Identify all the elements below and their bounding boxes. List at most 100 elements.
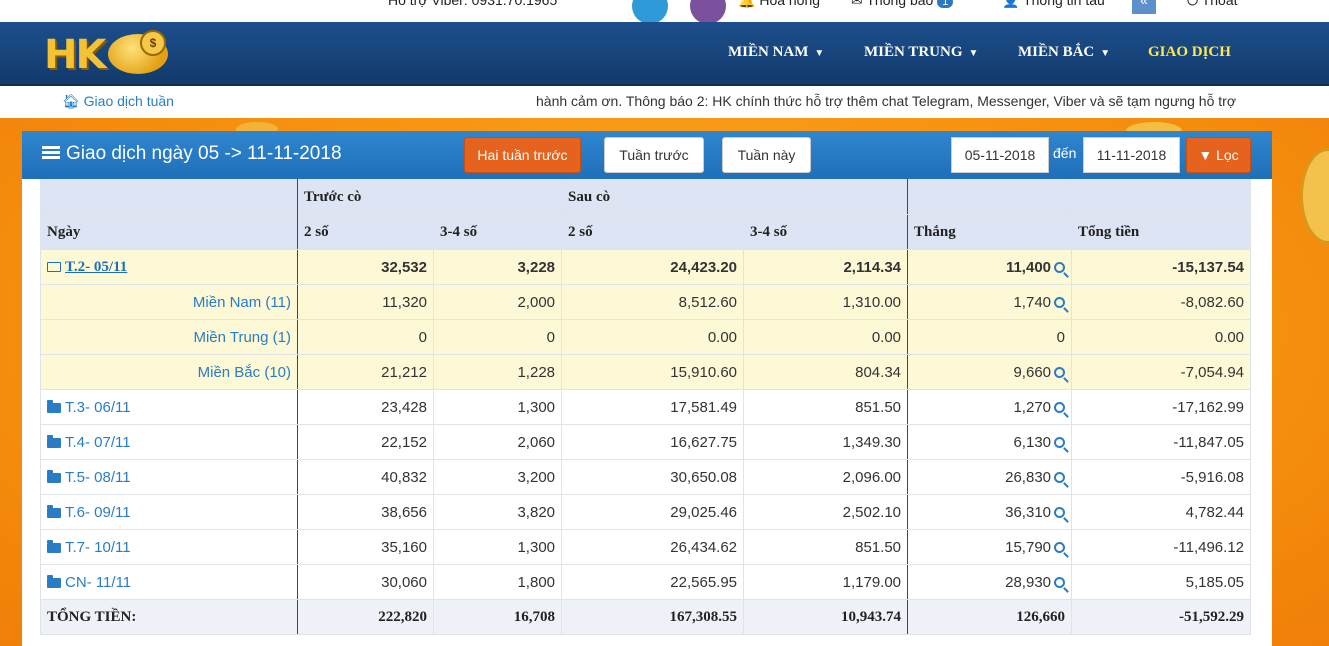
value-cell: 1,310.00 (743, 284, 909, 320)
to-label: đến (1053, 145, 1077, 161)
search-icon[interactable] (1054, 366, 1066, 378)
thang-cell: 28,930 (907, 564, 1073, 600)
viber-icon[interactable] (690, 0, 726, 22)
folder-icon (47, 434, 61, 448)
day-link[interactable]: T.6- 09/11 (65, 504, 131, 521)
region-link[interactable]: Miền Trung (1) (193, 329, 291, 346)
day-cell[interactable]: T.2- 05/11 (40, 249, 298, 285)
region-link[interactable]: Miền Nam (11) (193, 294, 291, 311)
two-weeks-ago-button[interactable]: Hai tuần trước (464, 137, 581, 173)
day-link[interactable]: T.2- 05/11 (65, 259, 127, 275)
search-icon[interactable] (1054, 296, 1066, 308)
nav-mien-trung[interactable]: MIỀN TRUNG ▼ (864, 44, 978, 61)
caret-down-icon: ▼ (968, 48, 979, 59)
day-link[interactable]: T.3- 06/11 (65, 399, 131, 416)
day-link[interactable]: T.7- 10/11 (65, 539, 131, 556)
announcement-marquee: hành cảm ơn. Thông báo 2: HK chính thức … (536, 93, 1236, 109)
day-cell[interactable]: CN- 11/11 (40, 564, 298, 600)
logout-link[interactable]: ⏻ Thoát (1187, 0, 1238, 9)
to-date-input[interactable]: 11-11-2018 (1083, 137, 1180, 173)
value-cell: 3,228 (432, 249, 563, 285)
day-cell[interactable]: T.5- 08/11 (40, 459, 298, 495)
filter-icon: ▼ (1198, 147, 1213, 163)
commission-label: Hoa hồng (759, 0, 821, 8)
search-icon[interactable] (1054, 506, 1066, 518)
value-cell: 23,428 (297, 389, 434, 425)
total-cell: -7,054.94 (1071, 354, 1252, 390)
day-link[interactable]: T.4- 07/11 (65, 434, 131, 451)
value-cell: 16,627.75 (561, 424, 745, 460)
total-value: 167,308.55 (561, 599, 745, 635)
sau-co-header: Sau cò (561, 179, 909, 215)
tong-tien-header: Tổng tiền (1071, 214, 1252, 250)
day-header-top (40, 179, 298, 215)
nav-giao-dich[interactable]: GIAO DỊCH (1148, 44, 1231, 61)
total-cell: -8,082.60 (1071, 284, 1252, 320)
value-cell: 11,320 (297, 284, 434, 320)
total-cell: 4,782.44 (1071, 494, 1252, 530)
filter-label: Lọc (1216, 147, 1239, 163)
account-info-link[interactable]: 👤 Thông tin tàu (1002, 0, 1105, 9)
top-info-bar: Hỗ trợ Viber: 0931.70.1965 🔔 Hoa hồng ✉ … (0, 0, 1329, 22)
folder-icon (47, 504, 61, 518)
region-cell: Miền Nam (11) (40, 284, 298, 320)
home-icon: 🏠︎ (62, 93, 80, 109)
truoc-co-header: Trước cò (296, 179, 563, 215)
search-icon[interactable] (1054, 541, 1066, 553)
value-cell: 32,532 (297, 249, 434, 285)
thang-value: 15,790 (1005, 538, 1052, 556)
search-icon[interactable] (1054, 261, 1066, 273)
day-cell[interactable]: T.7- 10/11 (40, 529, 298, 565)
value-cell: 8,512.60 (561, 284, 745, 320)
value-cell: 3,200 (432, 459, 563, 495)
commission-link[interactable]: 🔔 Hoa hồng (738, 0, 820, 9)
total-cell: 5,185.05 (1071, 564, 1252, 600)
search-icon[interactable] (1054, 436, 1066, 448)
search-icon[interactable] (1054, 401, 1066, 413)
grand-total-value: -51,592.29 (1071, 599, 1252, 635)
thang-cell: 11,400 (907, 249, 1073, 285)
hk-logo[interactable]: $ HK (44, 30, 174, 80)
value-cell: 1,300 (432, 529, 563, 565)
value-cell: 851.50 (743, 529, 909, 565)
day-link[interactable]: CN- 11/11 (65, 574, 131, 591)
breadcrumb[interactable]: 🏠︎ Giao dịch tuần (62, 93, 174, 110)
last-week-button[interactable]: Tuần trước (604, 137, 704, 173)
panel-title-text: Giao dịch ngày 05 -> 11-11-2018 (66, 143, 342, 164)
total-row: TỔNG TIỀN: 222,820 16,708 167,308.55 10,… (40, 599, 1252, 635)
transactions-table: Trước cò Sau cò Ngày 2 số 3-4 số 2 số 3-… (40, 179, 1252, 635)
caret-down-icon: ▼ (814, 48, 825, 59)
region-link[interactable]: Miền Bắc (10) (198, 364, 291, 381)
day-link[interactable]: T.5- 08/11 (65, 469, 131, 486)
thang-header: Thắng (907, 214, 1073, 250)
filter-button[interactable]: ▼ Lọc (1186, 137, 1251, 173)
day-column-header: Ngày (40, 214, 298, 250)
thang-cell: 36,310 (907, 494, 1073, 530)
nav-mien-nam[interactable]: MIỀN NAM ▼ (728, 44, 824, 61)
table-row: T.3- 06/11 23,428 1,300 17,581.49 851.50… (40, 389, 1252, 425)
value-cell: 2,502.10 (743, 494, 909, 530)
folder-icon (47, 399, 61, 413)
thang-value: 6,130 (1013, 433, 1052, 451)
total-cell: -11,847.05 (1071, 424, 1252, 460)
breadcrumb-label: Giao dịch tuần (83, 93, 174, 109)
nav-mien-bac[interactable]: MIỀN BẮC ▼ (1018, 44, 1110, 61)
this-week-button[interactable]: Tuần này (722, 137, 811, 173)
notifications-label: Thông báo (866, 0, 934, 8)
from-date-input[interactable]: 05-11-2018 (951, 137, 1049, 173)
day-cell[interactable]: T.4- 07/11 (40, 424, 298, 460)
nav-mien-nam-label: MIỀN NAM (728, 44, 809, 60)
notifications-link[interactable]: ✉ Thông báo 1 (851, 0, 954, 9)
day-cell[interactable]: T.3- 06/11 (40, 389, 298, 425)
collapse-icon[interactable]: « (1132, 0, 1156, 14)
value-cell: 22,152 (297, 424, 434, 460)
day-cell[interactable]: T.6- 09/11 (40, 494, 298, 530)
value-cell: 2,060 (432, 424, 563, 460)
telegram-icon[interactable] (632, 0, 668, 22)
logout-label: Thoát (1201, 0, 1238, 8)
total-value: 222,820 (297, 599, 434, 635)
search-icon[interactable] (1054, 471, 1066, 483)
search-icon[interactable] (1054, 576, 1066, 588)
value-cell: 35,160 (297, 529, 434, 565)
nav-mien-trung-label: MIỀN TRUNG (864, 44, 963, 60)
